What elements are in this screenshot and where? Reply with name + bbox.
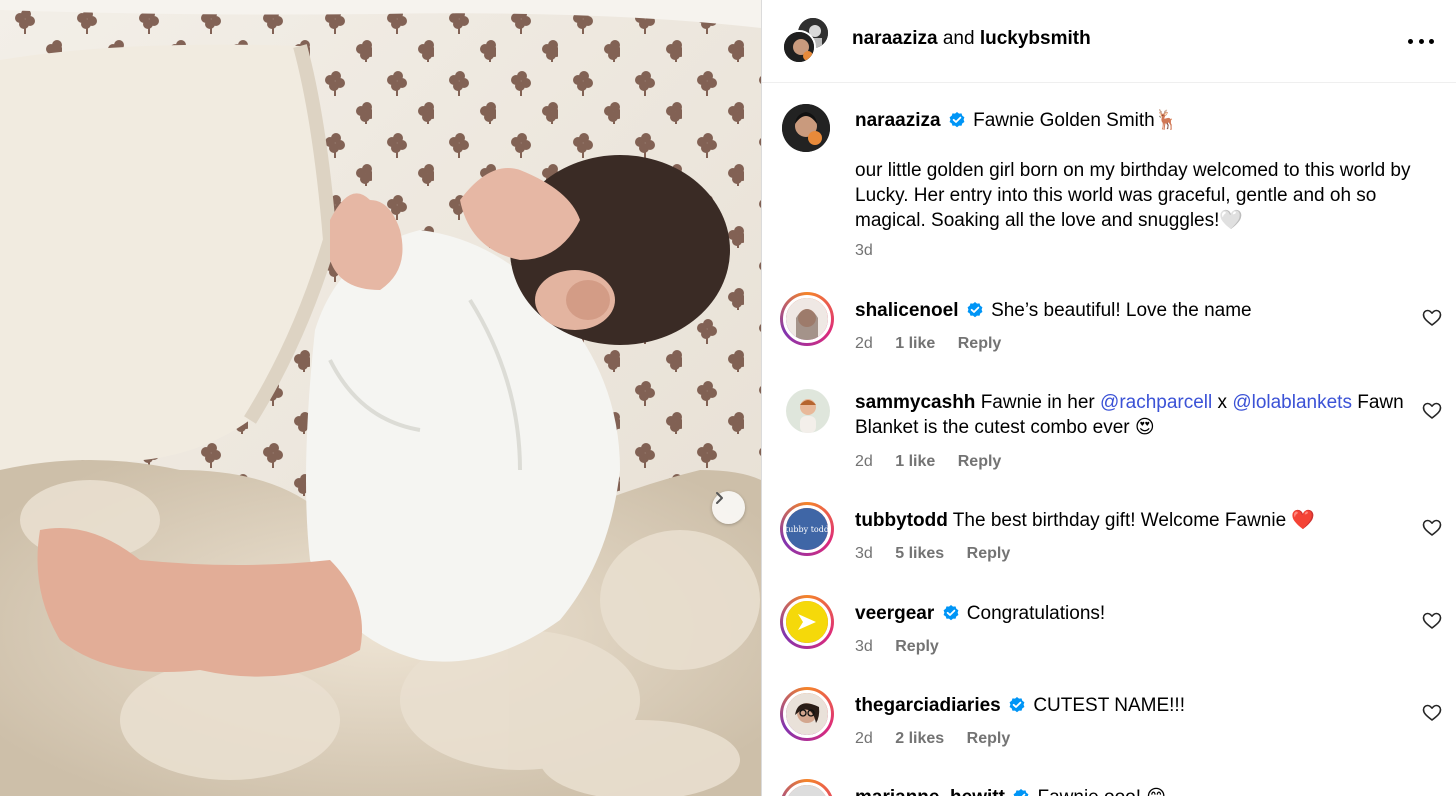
- comment-username[interactable]: veergear: [855, 603, 934, 624]
- avatar-image: [786, 389, 830, 433]
- author-joiner: and: [942, 28, 975, 49]
- verified-badge-icon: [1013, 789, 1029, 796]
- comment-likes[interactable]: 1 like: [895, 453, 935, 470]
- heart-outline-icon[interactable]: [1422, 401, 1442, 421]
- baby-photo-illustration: [0, 0, 761, 796]
- caption-title-line: naraaziza Fawnie Golden Smith🦌: [855, 108, 1425, 133]
- comment-avatar-veergear[interactable]: [780, 595, 834, 649]
- caption-timestamp[interactable]: 3d: [855, 242, 873, 260]
- comment-meta: 3d Reply: [855, 638, 957, 656]
- comment-time[interactable]: 2d: [855, 335, 873, 352]
- comment-avatar-sammycashh[interactable]: [786, 389, 830, 433]
- comment-text-block: marianne_hewitt Fawnie ooo! 😊: [855, 785, 1415, 796]
- comment-reply-button[interactable]: Reply: [967, 545, 1011, 562]
- caption-body: our little golden girl born on my birthd…: [855, 160, 1411, 231]
- post-photo: [0, 0, 761, 796]
- comment-text-block: tubbytodd The best birthday gift! Welcom…: [855, 508, 1415, 533]
- comment-text: x: [1212, 392, 1233, 413]
- comment-meta: 2d 2 likes Reply: [855, 730, 1028, 748]
- comment-reply-button[interactable]: Reply: [958, 453, 1002, 470]
- heart-outline-icon[interactable]: [1422, 611, 1442, 631]
- chevron-right-icon: [716, 492, 723, 504]
- comment-username[interactable]: marianne_hewitt: [855, 787, 1005, 796]
- comment-meta: 2d 1 like Reply: [855, 453, 1019, 471]
- avatar-image: [786, 298, 828, 340]
- post-caption: naraaziza Fawnie Golden Smith🦌 our littl…: [855, 108, 1425, 233]
- comment-text: She’s beautiful! Love the name: [991, 300, 1252, 321]
- comment-time[interactable]: 2d: [855, 730, 873, 747]
- comment-avatar-shalicenoel[interactable]: [780, 292, 834, 346]
- post-side-panel: naraaziza and luckybsmith naraaziza Fawn…: [762, 0, 1456, 796]
- avatar-image: [786, 693, 828, 735]
- comment-avatar-tubbytodd[interactable]: tubby todd: [780, 502, 834, 556]
- mention-link[interactable]: @rachparcell: [1100, 392, 1212, 413]
- heart-outline-icon[interactable]: [1422, 703, 1442, 723]
- more-horizontal-icon[interactable]: [1408, 31, 1434, 51]
- verified-badge-icon: [1009, 697, 1025, 713]
- avatar-image: tubby todd: [786, 508, 828, 550]
- comment-username[interactable]: shalicenoel: [855, 300, 959, 321]
- comment-text-block: shalicenoel She’s beautiful! Love the na…: [855, 298, 1415, 323]
- next-photo-button[interactable]: [712, 491, 745, 524]
- post-authors: naraaziza and luckybsmith: [852, 28, 1091, 50]
- comment-reply-button[interactable]: Reply: [967, 730, 1011, 747]
- comment-text: Fawnie ooo! 😊: [1038, 787, 1167, 796]
- comment-username[interactable]: tubbytodd: [855, 510, 948, 531]
- caption-avatar[interactable]: [782, 104, 830, 152]
- comment-meta: 2d 1 like Reply: [855, 335, 1019, 353]
- verified-badge-icon: [967, 302, 983, 318]
- comment-text-block: sammycashh Fawnie in her @rachparcell x …: [855, 390, 1415, 440]
- comment-username[interactable]: thegarciadiaries: [855, 695, 1001, 716]
- comment-text-block: veergear Congratulations!: [855, 601, 1415, 626]
- mention-link[interactable]: @lolablankets: [1232, 392, 1352, 413]
- svg-text:tubby todd: tubby todd: [786, 525, 828, 534]
- comment-username[interactable]: sammycashh: [855, 392, 975, 413]
- caption-username[interactable]: naraaziza: [855, 110, 941, 131]
- comment-text: The best birthday gift! Welcome Fawnie ❤…: [952, 510, 1316, 531]
- comment-reply-button[interactable]: Reply: [958, 335, 1002, 352]
- heart-outline-icon[interactable]: [1422, 308, 1442, 328]
- avatar-image: [786, 601, 828, 643]
- comment-time[interactable]: 2d: [855, 453, 873, 470]
- comment-avatar-thegarciadiaries[interactable]: [780, 687, 834, 741]
- comment-likes[interactable]: 1 like: [895, 335, 935, 352]
- comment-likes[interactable]: 5 likes: [895, 545, 944, 562]
- comment-meta: 3d 5 likes Reply: [855, 545, 1028, 563]
- caption-title-text: Fawnie Golden Smith🦌: [973, 110, 1179, 131]
- author-username-secondary[interactable]: luckybsmith: [980, 28, 1091, 49]
- avatar-image: [782, 104, 830, 152]
- avatar-image: [784, 32, 814, 62]
- post-header: naraaziza and luckybsmith: [762, 0, 1456, 83]
- comment-reply-button[interactable]: Reply: [895, 638, 939, 655]
- heart-outline-icon[interactable]: [1422, 518, 1442, 538]
- comment-likes[interactable]: 2 likes: [895, 730, 944, 747]
- verified-badge-icon: [949, 112, 965, 128]
- comment-text: CUTEST NAME!!!: [1033, 695, 1185, 716]
- comment-avatar-marianne_hewitt[interactable]: [780, 779, 834, 796]
- comment-text: Fawnie in her: [980, 392, 1101, 413]
- comment-text-block: thegarciadiaries CUTEST NAME!!!: [855, 693, 1415, 718]
- comment-time[interactable]: 3d: [855, 638, 873, 655]
- verified-badge-icon: [943, 605, 958, 621]
- collab-avatars[interactable]: [782, 16, 832, 66]
- comment-time[interactable]: 3d: [855, 545, 873, 562]
- author-username-primary[interactable]: naraaziza: [852, 28, 938, 49]
- avatar-naraaziza[interactable]: [782, 30, 816, 64]
- comment-text: Congratulations!: [966, 603, 1106, 624]
- avatar-image: [786, 785, 828, 796]
